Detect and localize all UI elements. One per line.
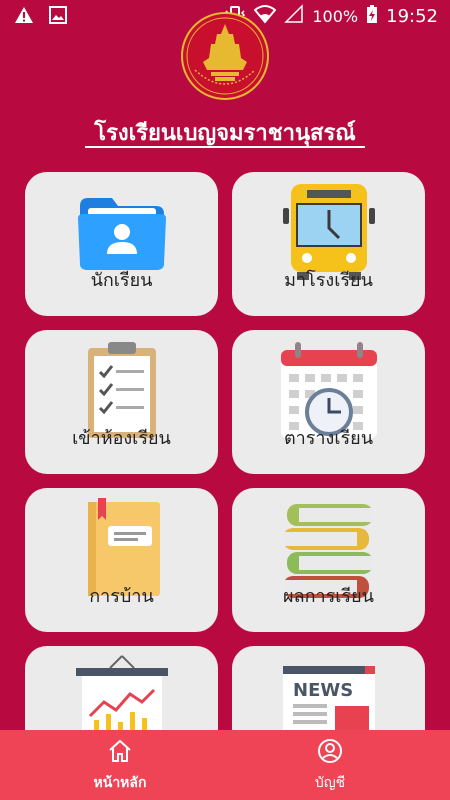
menu-card-attendance[interactable]: มาโรงเรียน <box>232 172 425 316</box>
signal-icon <box>284 4 304 28</box>
menu-label-timetable: ตารางเรียน <box>283 428 374 449</box>
nav-home-label: หน้าหลัก <box>93 775 147 791</box>
warning-icon <box>14 5 34 29</box>
svg-text:NEWS: NEWS <box>293 680 353 701</box>
home-icon <box>109 739 131 762</box>
nav-account[interactable]: บัญชี <box>270 738 390 794</box>
bottom-navigation: หน้าหลัก บัญชี <box>0 730 450 800</box>
title-underline <box>85 146 365 148</box>
battery-text: 100% <box>312 6 359 26</box>
account-icon <box>318 739 342 763</box>
nav-home[interactable]: หน้าหลัก <box>60 738 180 794</box>
menu-label-student: นักเรียน <box>90 270 153 291</box>
menu-card-report[interactable] <box>25 646 218 730</box>
report-chart-icon <box>75 655 168 730</box>
menu-label-grades: ผลการเรียน <box>283 586 374 607</box>
menu-card-class-checkin[interactable]: เข้าห้องเรียน <box>25 330 218 474</box>
menu-label-homework: การบ้าน <box>89 586 154 607</box>
menu-label-attendance: มาโรงเรียน <box>284 270 373 291</box>
news-icon: NEWS <box>282 666 375 730</box>
menu-grid: นักเรียน มาโรงเรียน เข้าห้องเรียน ตารางเ… <box>25 172 425 730</box>
menu-card-student[interactable]: นักเรียน <box>25 172 218 316</box>
menu-card-timetable[interactable]: ตารางเรียน <box>232 330 425 474</box>
menu-card-grades[interactable]: ผลการเรียน <box>232 488 425 632</box>
school-logo <box>181 12 269 100</box>
battery-charging-icon <box>366 4 378 28</box>
image-notification-icon <box>48 5 68 29</box>
menu-label-class-checkin: เข้าห้องเรียน <box>72 428 171 449</box>
nav-account-label: บัญชี <box>314 775 346 791</box>
clock-time: 19:52 <box>386 5 438 27</box>
menu-card-homework[interactable]: การบ้าน <box>25 488 218 632</box>
school-name-title: โรงเรียนเบญจมราชานุสรณ์ <box>94 121 356 146</box>
menu-card-news[interactable]: NEWS <box>232 646 425 730</box>
